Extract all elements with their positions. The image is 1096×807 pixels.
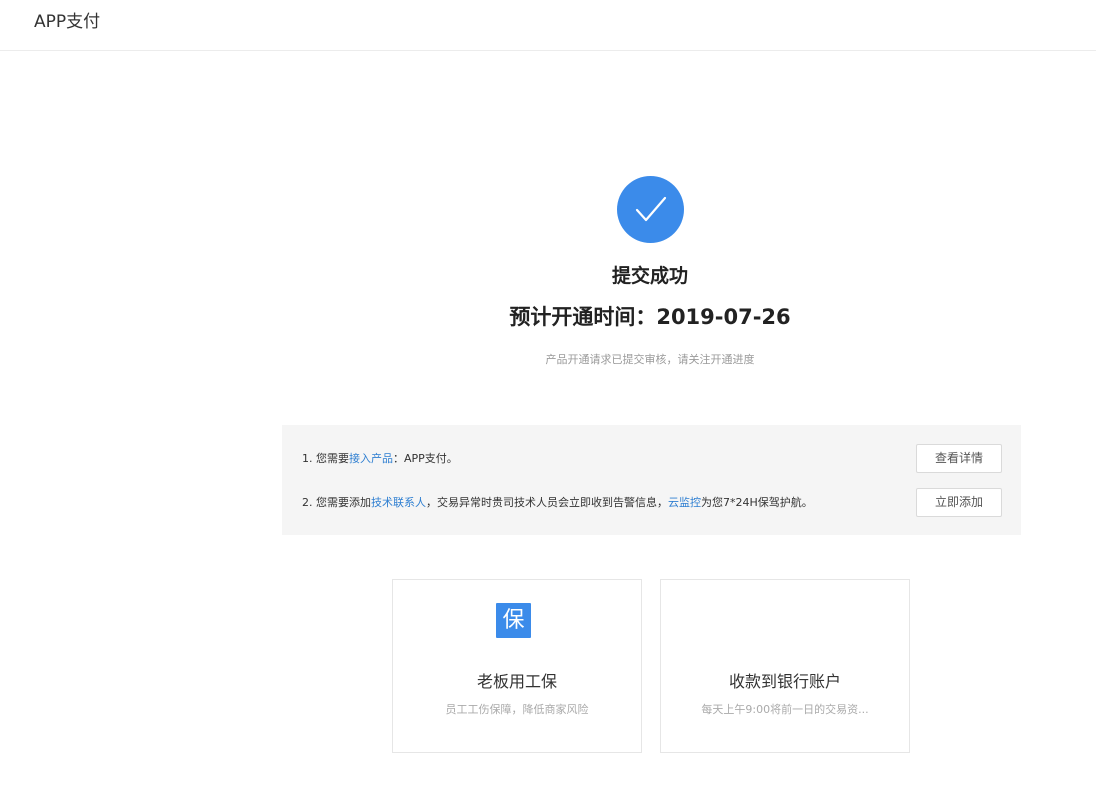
page-header: APP支付 xyxy=(0,0,1096,51)
estimated-activation-date: 预计开通时间：2019-07-26 xyxy=(509,305,791,329)
success-title: 提交成功 xyxy=(611,265,688,287)
todo-text: ，交易异常时贵司技术人员会立即收到告警信息， xyxy=(426,496,668,509)
check-circle-icon xyxy=(617,176,684,243)
cloud-monitor-link[interactable]: 云监控 xyxy=(668,496,701,509)
todo-text: 1. 您需要 xyxy=(302,452,349,465)
card-description: 每天上午9:00将前一日的交易资... xyxy=(701,703,869,716)
todo-panel: 1. 您需要接入产品：APP支付。 查看详情 2. 您需要添加技术联系人，交易异… xyxy=(282,425,1021,535)
card-title: 收款到银行账户 xyxy=(728,672,841,691)
todo-text: 为您7*24H保驾护航。 xyxy=(701,496,813,509)
todo-text: ：APP支付。 xyxy=(393,452,458,465)
todo-item-add-contact: 2. 您需要添加技术联系人，交易异常时贵司技术人员会立即收到告警信息，云监控为您… xyxy=(302,495,813,511)
review-notice: 产品开通请求已提交审核，请关注开通进度 xyxy=(545,353,755,366)
tech-contact-link[interactable]: 技术联系人 xyxy=(371,496,426,509)
page-title: APP支付 xyxy=(34,12,101,32)
card-employer-insurance[interactable]: 保 老板用工保 员工工伤保障，降低商家风险 xyxy=(392,579,642,753)
card-description: 员工工伤保障，降低商家风险 xyxy=(445,703,589,716)
add-now-button[interactable]: 立即添加 xyxy=(916,488,1002,517)
card-title: 老板用工保 xyxy=(476,672,557,691)
card-bank-settlement[interactable]: 收款到银行账户 每天上午9:00将前一日的交易资... xyxy=(660,579,910,753)
view-details-button[interactable]: 查看详情 xyxy=(916,444,1002,473)
integrate-product-link[interactable]: 接入产品 xyxy=(349,452,393,465)
todo-item-integrate-product: 1. 您需要接入产品：APP支付。 xyxy=(302,451,458,467)
bao-icon: 保 xyxy=(496,603,531,638)
todo-text: 2. 您需要添加 xyxy=(302,496,371,509)
